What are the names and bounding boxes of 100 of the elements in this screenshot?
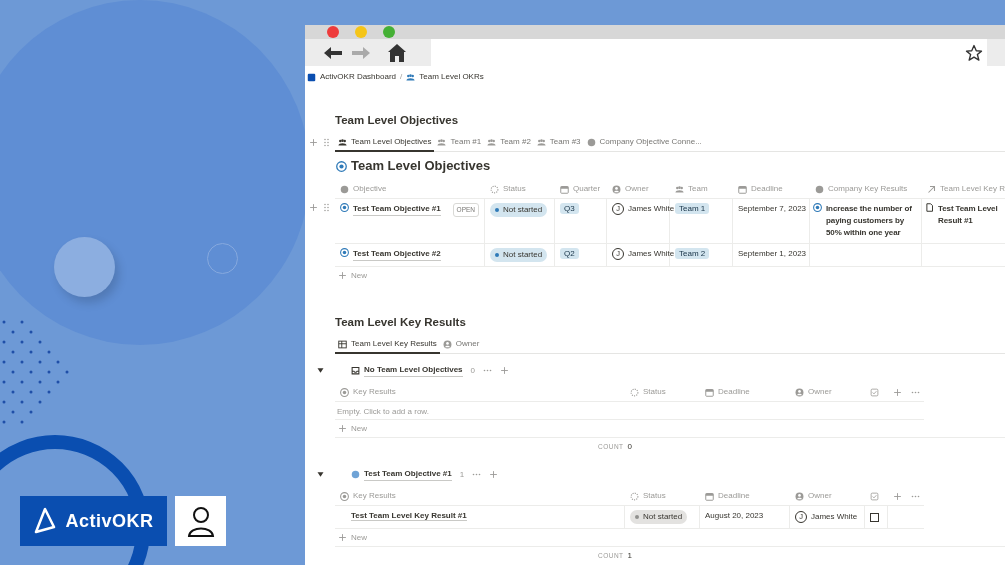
- target-icon: [340, 491, 349, 501]
- add-icon: [893, 387, 902, 397]
- view-tab[interactable]: Team #1: [434, 132, 485, 153]
- empty-message[interactable]: Empty. Click to add a row.: [337, 407, 429, 416]
- count-value: 0: [627, 441, 633, 453]
- column-header[interactable]: Key Results: [353, 386, 396, 398]
- person-icon: [442, 339, 452, 349]
- new-row-button[interactable]: New: [351, 531, 367, 544]
- calendar-icon: [705, 491, 714, 501]
- owner-name: James White: [811, 511, 858, 523]
- view-tab[interactable]: Company Objective Conne...: [583, 132, 705, 153]
- objective-link[interactable]: Test Team Objective #2: [353, 248, 441, 262]
- add-icon: [309, 203, 318, 213]
- column-header[interactable]: Team Level Key R: [940, 183, 1005, 196]
- column-header[interactable]: Deadline: [751, 183, 783, 196]
- checkbox-icon: [870, 387, 879, 397]
- status-tag: Not started: [630, 510, 688, 524]
- add-icon: [338, 424, 347, 433]
- people-icon: [437, 137, 447, 147]
- column-header[interactable]: Quarter: [573, 183, 601, 196]
- section-title: Team Level Objectives: [335, 114, 459, 128]
- calendar-icon: [560, 184, 569, 194]
- inbox-icon: [351, 366, 360, 375]
- document-icon: [925, 203, 934, 213]
- deadline-text: September 7, 2023: [738, 204, 807, 214]
- circle-icon: [351, 470, 360, 479]
- logo-icon: [33, 506, 58, 536]
- database-title: Team Level Objectives: [351, 157, 491, 176]
- status-tag: Not started: [490, 203, 548, 218]
- table-icon: [338, 339, 347, 349]
- target-icon: [813, 203, 822, 213]
- group-title[interactable]: Test Team Objective #1: [364, 468, 452, 481]
- breadcrumb-separator: /: [400, 71, 403, 84]
- view-tab[interactable]: Owner: [439, 334, 483, 354]
- column-header[interactable]: Owner: [625, 183, 649, 196]
- column-header[interactable]: Deadline: [718, 490, 750, 502]
- column-header[interactable]: Objective: [353, 183, 387, 196]
- spinner-icon: [490, 184, 499, 194]
- add-icon: [489, 470, 499, 479]
- star-icon[interactable]: [965, 43, 983, 62]
- target-icon: [336, 160, 347, 172]
- add-icon: [338, 271, 347, 281]
- people-icon: [406, 72, 416, 82]
- people-icon: [536, 137, 546, 147]
- column-header[interactable]: Owner: [808, 490, 832, 502]
- logo: ActivOKR: [20, 496, 167, 546]
- close-button[interactable]: [327, 26, 339, 39]
- calendar-icon: [738, 184, 747, 194]
- column-header[interactable]: Status: [643, 386, 666, 398]
- person-icon: [612, 184, 621, 194]
- target-icon: [340, 387, 349, 397]
- key-result-link[interactable]: Test Team Level Key Result #1: [351, 511, 467, 521]
- status-tag: Not started: [490, 248, 548, 263]
- quarter-tag: Q2: [560, 248, 579, 260]
- drag-handle-icon: [322, 137, 331, 147]
- back-icon[interactable]: [323, 45, 343, 60]
- section-title: Team Level Key Results: [335, 316, 466, 330]
- add-icon: [309, 137, 318, 147]
- view-tab[interactable]: Team #2: [484, 132, 534, 153]
- breadcrumb-link[interactable]: Team Level OKRs: [419, 71, 484, 84]
- column-header[interactable]: Key Results: [353, 490, 396, 502]
- add-icon: [500, 366, 509, 375]
- add-icon: [338, 533, 347, 542]
- owner-name: James White: [628, 248, 675, 261]
- column-header[interactable]: Company Key Results: [828, 183, 908, 196]
- key-result-link[interactable]: Increase the number of paying customers by 50% within one year: [826, 203, 918, 240]
- circle-icon: [586, 137, 596, 147]
- circle-icon: [340, 184, 349, 194]
- view-tab[interactable]: Team Level Key Results: [335, 334, 440, 354]
- deadline-text: August 20, 2023: [705, 511, 764, 520]
- column-header[interactable]: Status: [643, 490, 666, 502]
- collapse-toggle-icon[interactable]: [315, 366, 325, 375]
- home-icon[interactable]: [387, 42, 407, 63]
- column-header[interactable]: Deadline: [718, 386, 750, 398]
- new-row-button[interactable]: New: [351, 422, 367, 435]
- column-header[interactable]: Owner: [808, 386, 832, 398]
- new-row-button[interactable]: New: [351, 269, 367, 282]
- people-icon: [338, 137, 347, 147]
- column-header[interactable]: Status: [503, 183, 526, 196]
- circle-icon: [815, 184, 824, 194]
- collapse-toggle-icon[interactable]: [315, 470, 325, 479]
- deadline-text: September 1, 2023: [738, 249, 807, 259]
- group-title[interactable]: No Team Level Objectives: [364, 364, 463, 377]
- person-icon: [795, 387, 804, 397]
- owner-name: James White: [628, 203, 675, 216]
- count-value: 1: [627, 550, 633, 562]
- view-tab[interactable]: Team Level Objectives: [335, 132, 435, 153]
- person-icon: [795, 491, 804, 501]
- column-header[interactable]: Team: [688, 183, 708, 196]
- quarter-tag: Q3: [560, 203, 579, 215]
- breadcrumb-link[interactable]: ActivOKR Dashboard: [320, 71, 397, 84]
- spinner-icon: [630, 491, 639, 501]
- target-icon: [340, 248, 349, 258]
- calendar-icon: [705, 387, 714, 397]
- avatar-icon: [185, 505, 216, 537]
- objective-link[interactable]: Test Team Objective #1: [353, 203, 441, 217]
- add-icon: [893, 491, 902, 501]
- view-tab[interactable]: Team #3: [533, 132, 584, 153]
- key-result-link[interactable]: Test Team Level Result #1: [938, 203, 1000, 228]
- checkbox[interactable]: [870, 512, 879, 522]
